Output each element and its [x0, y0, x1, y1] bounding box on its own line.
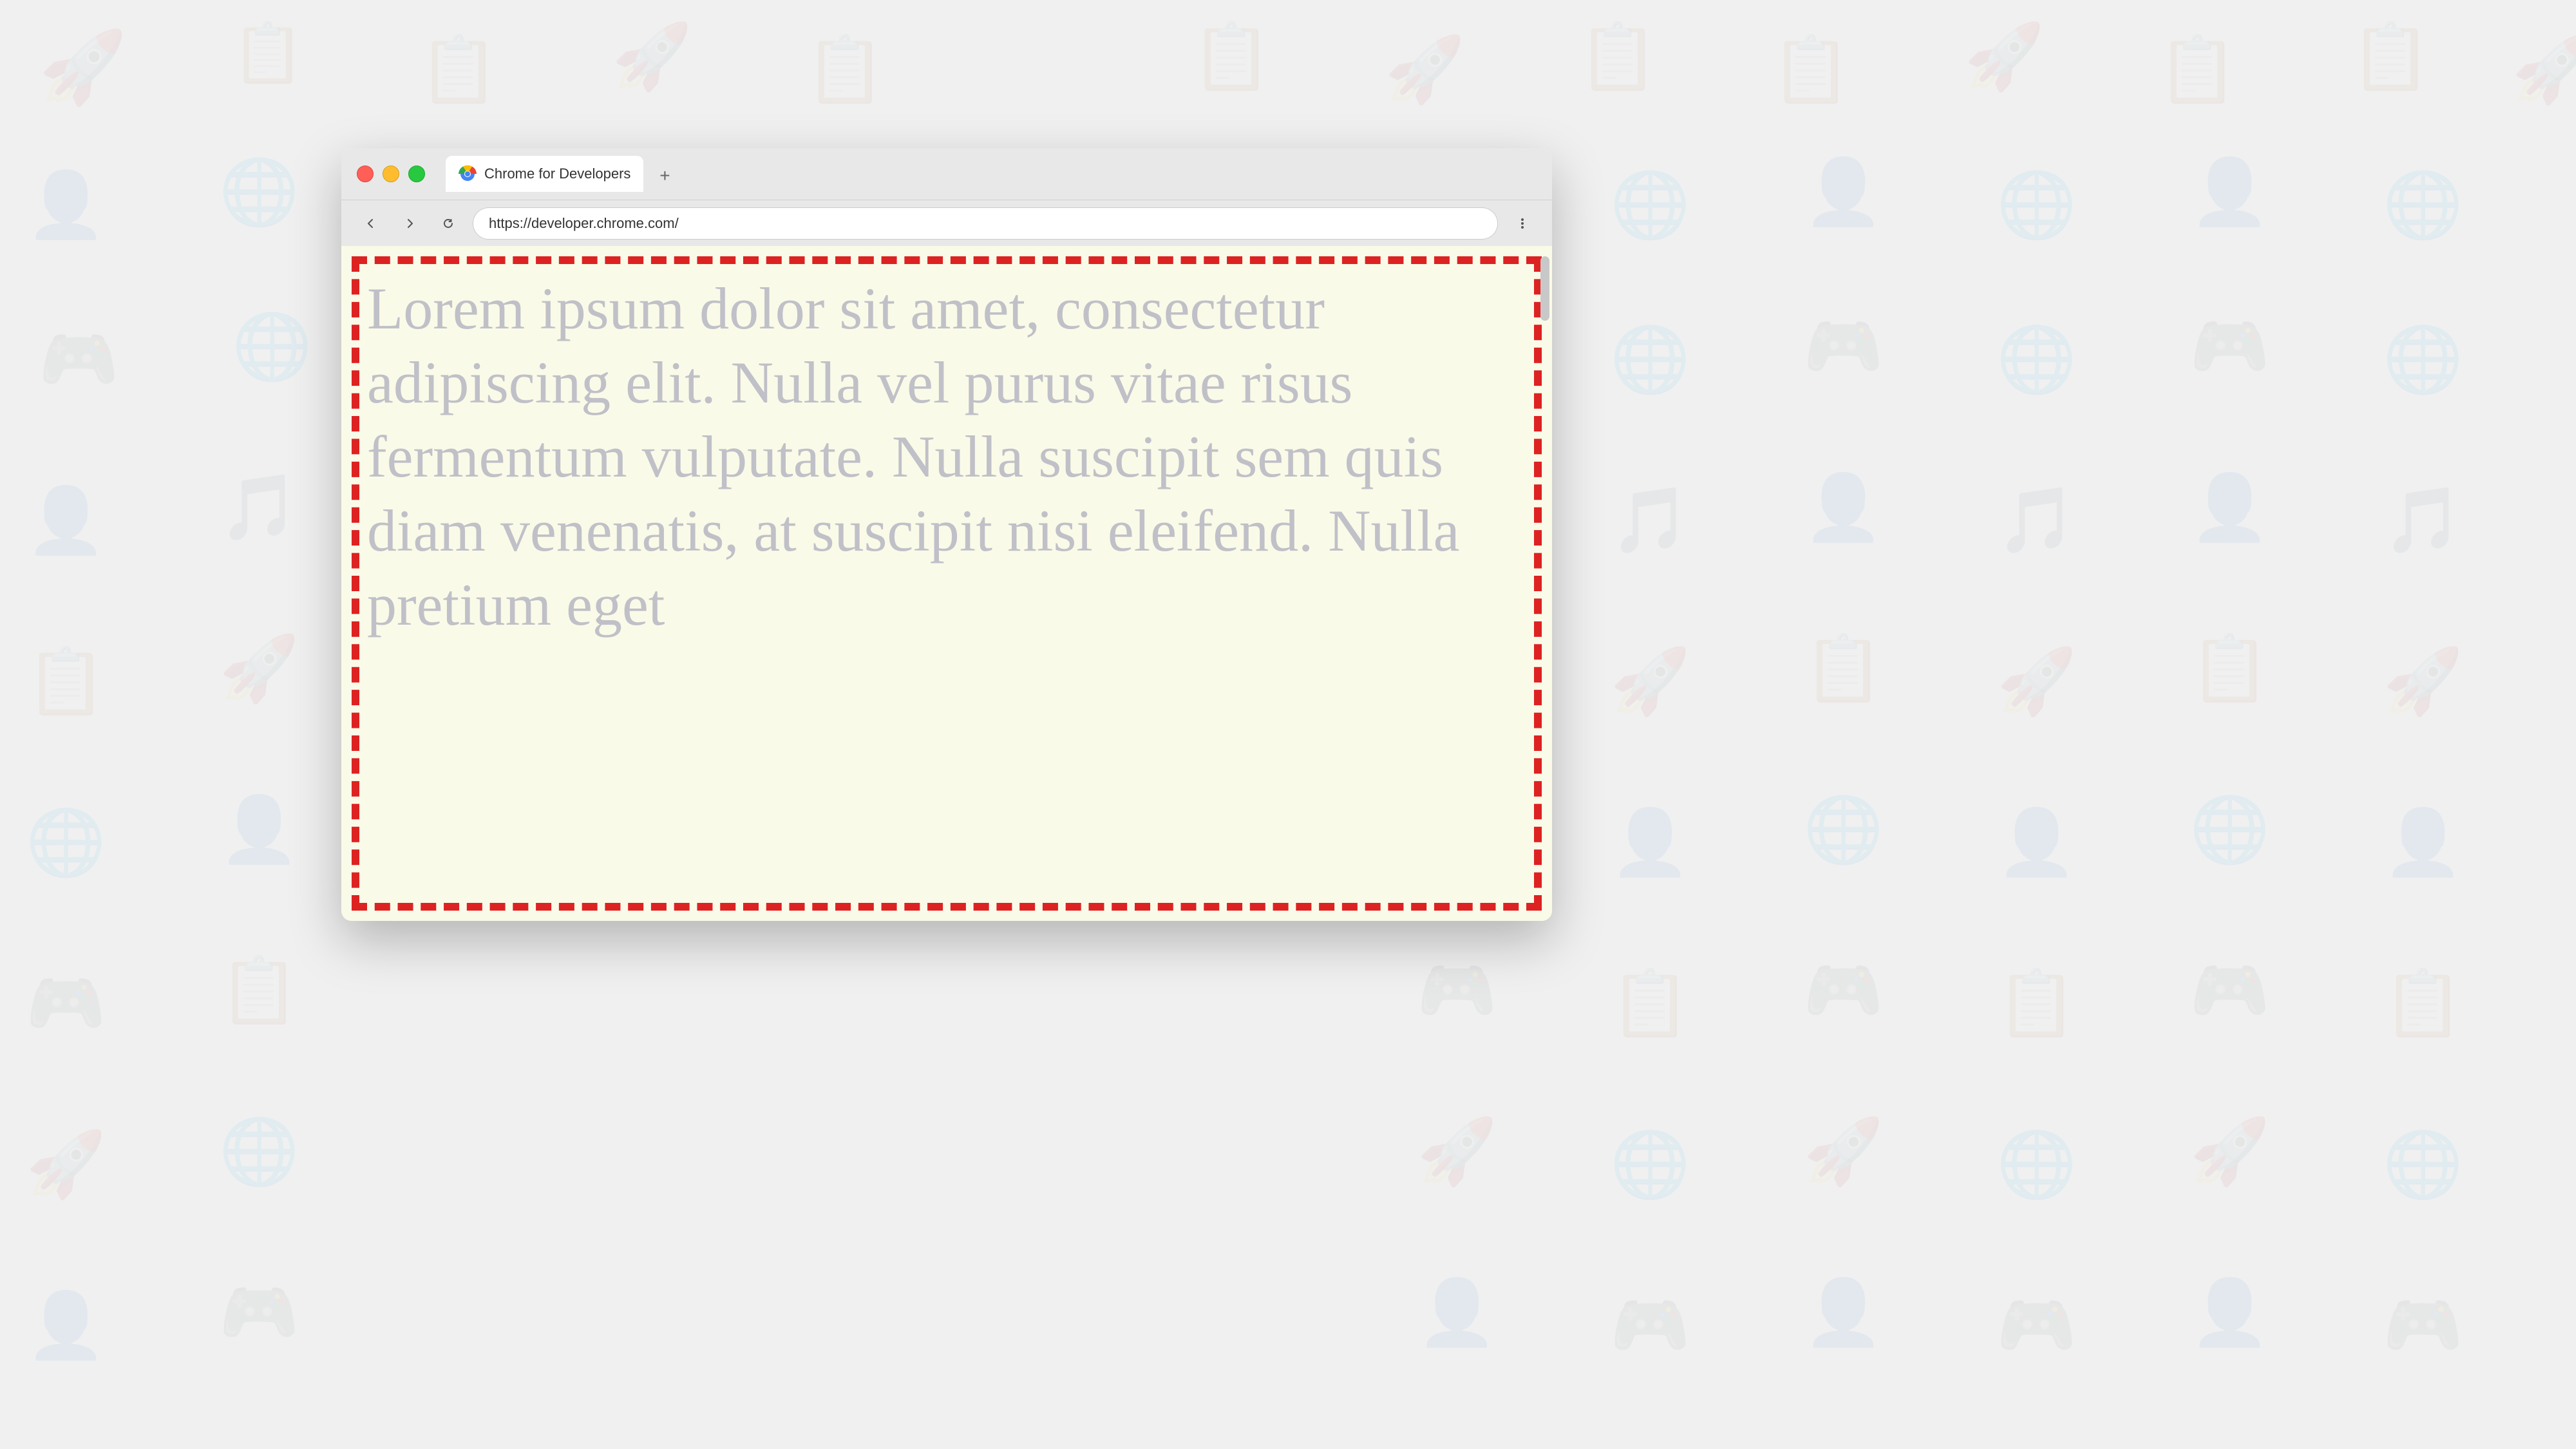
- bg-icon: 📋: [2383, 966, 2463, 1041]
- bg-icon: 🌐: [1610, 167, 1690, 243]
- bg-icon: 📋: [2157, 32, 2238, 108]
- bg-icon: 👤: [26, 1288, 106, 1363]
- new-tab-button[interactable]: +: [649, 160, 681, 192]
- bg-icon: 🌐: [2383, 1127, 2463, 1202]
- bg-icon: 🌐: [1996, 167, 2077, 243]
- bg-icon: 🚀: [1610, 644, 1690, 719]
- bg-icon: 🚀: [612, 19, 692, 95]
- bg-icon: 🎵: [2383, 483, 2463, 558]
- bg-icon: 🌐: [232, 309, 312, 384]
- bg-icon: 🚀: [26, 1127, 106, 1202]
- bg-icon: 🚀: [1385, 32, 1465, 108]
- bg-icon: 🚀: [1417, 1114, 1497, 1189]
- bg-icon: 👤: [1417, 1275, 1497, 1350]
- bg-icon: 🎵: [1996, 483, 2077, 558]
- bg-icon: 🌐: [1803, 792, 1884, 867]
- bg-icon: 🎮: [26, 966, 106, 1041]
- bg-icon: 👤: [2190, 470, 2270, 545]
- bg-icon: 🌐: [2190, 792, 2270, 867]
- forward-button[interactable]: [395, 209, 424, 238]
- bg-icon: 🌐: [2383, 322, 2463, 397]
- chrome-favicon: [459, 165, 477, 183]
- bg-icon: 🎵: [1610, 483, 1690, 558]
- reload-button[interactable]: [434, 209, 462, 238]
- title-bar: Chrome for Developers +: [341, 148, 1552, 200]
- scrollbar[interactable]: [1540, 256, 1549, 321]
- bg-icon: 🌐: [219, 155, 299, 230]
- bg-icon: 🎮: [39, 322, 119, 397]
- bg-icon: 🌐: [1610, 1127, 1690, 1202]
- bg-icon: 🚀: [2190, 1114, 2270, 1189]
- address-bar[interactable]: https://developer.chrome.com/: [473, 207, 1498, 240]
- bg-icon: 🚀: [39, 26, 127, 109]
- bg-icon: 🚀: [1996, 644, 2077, 719]
- bg-icon: 👤: [26, 483, 106, 558]
- bg-icon: 🎮: [2383, 1288, 2463, 1363]
- bg-icon: 🚀: [1964, 19, 2045, 95]
- bg-icon: 👤: [1996, 805, 2077, 880]
- bg-icon: 👤: [1803, 1275, 1884, 1350]
- bg-icon: 👤: [1610, 805, 1690, 880]
- bg-icon: 👤: [2383, 805, 2463, 880]
- bg-icon: 🎮: [1417, 953, 1497, 1028]
- bg-icon: 📋: [1803, 631, 1884, 706]
- close-button[interactable]: [357, 166, 374, 182]
- back-button[interactable]: [357, 209, 385, 238]
- bg-icon: 📋: [1610, 966, 1690, 1041]
- maximize-button[interactable]: [408, 166, 425, 182]
- bg-icon: 🌐: [1610, 322, 1690, 397]
- bg-icon: 📋: [26, 644, 106, 719]
- page-content: Lorem ipsum dolor sit amet, consectetur …: [341, 246, 1552, 921]
- bg-icon: 🚀: [1803, 1114, 1884, 1189]
- bg-icon: 🚀: [2512, 32, 2576, 108]
- bg-icon: 📋: [1771, 32, 1852, 108]
- bg-icon: 📋: [232, 19, 304, 87]
- bg-icon: 🎮: [1610, 1288, 1690, 1363]
- bg-icon: 📋: [419, 32, 499, 108]
- browser-tab[interactable]: Chrome for Developers: [446, 156, 643, 192]
- bg-icon: 🌐: [1996, 322, 2077, 397]
- bg-icon: 🚀: [2383, 644, 2463, 719]
- bg-icon: 📋: [1191, 19, 1272, 95]
- bg-icon: 👤: [2190, 1275, 2270, 1350]
- bg-icon: 🎮: [1803, 309, 1884, 384]
- bg-icon: 📋: [219, 953, 299, 1028]
- bg-icon: 👤: [1803, 470, 1884, 545]
- address-text: https://developer.chrome.com/: [489, 215, 1482, 232]
- bg-icon: 🎮: [1803, 953, 1884, 1028]
- bg-icon: 📋: [1996, 966, 2077, 1041]
- lorem-text: Lorem ipsum dolor sit amet, consectetur …: [367, 272, 1513, 642]
- bg-icon: 👤: [219, 792, 299, 867]
- bg-icon: 🎮: [2190, 953, 2270, 1028]
- bg-icon: 🎮: [1996, 1288, 2077, 1363]
- bg-icon: 🌐: [2383, 167, 2463, 243]
- bg-icon: 📋: [805, 32, 886, 108]
- bg-icon: 🎵: [219, 470, 299, 545]
- browser-window: Chrome for Developers + https://develope…: [341, 148, 1552, 921]
- bg-icon: 🎮: [2190, 309, 2270, 384]
- bg-icon: 📋: [2351, 19, 2431, 95]
- tab-title: Chrome for Developers: [484, 166, 630, 182]
- bg-icon: 📋: [1578, 19, 1658, 95]
- bg-icon: 🌐: [219, 1114, 299, 1189]
- bg-icon: 🌐: [26, 805, 106, 880]
- bg-icon: 👤: [2190, 155, 2270, 230]
- traffic-lights: [357, 166, 425, 182]
- tab-bar: Chrome for Developers +: [446, 156, 1537, 192]
- bg-icon: 👤: [26, 167, 106, 243]
- bg-icon: 📋: [2190, 631, 2270, 706]
- bg-icon: 🎮: [219, 1275, 299, 1350]
- bg-icon: 🌐: [1996, 1127, 2077, 1202]
- nav-bar: https://developer.chrome.com/: [341, 200, 1552, 246]
- minimize-button[interactable]: [383, 166, 399, 182]
- browser-menu-button[interactable]: [1508, 209, 1537, 238]
- bg-icon: 👤: [1803, 155, 1884, 230]
- bg-icon: 🚀: [219, 631, 299, 706]
